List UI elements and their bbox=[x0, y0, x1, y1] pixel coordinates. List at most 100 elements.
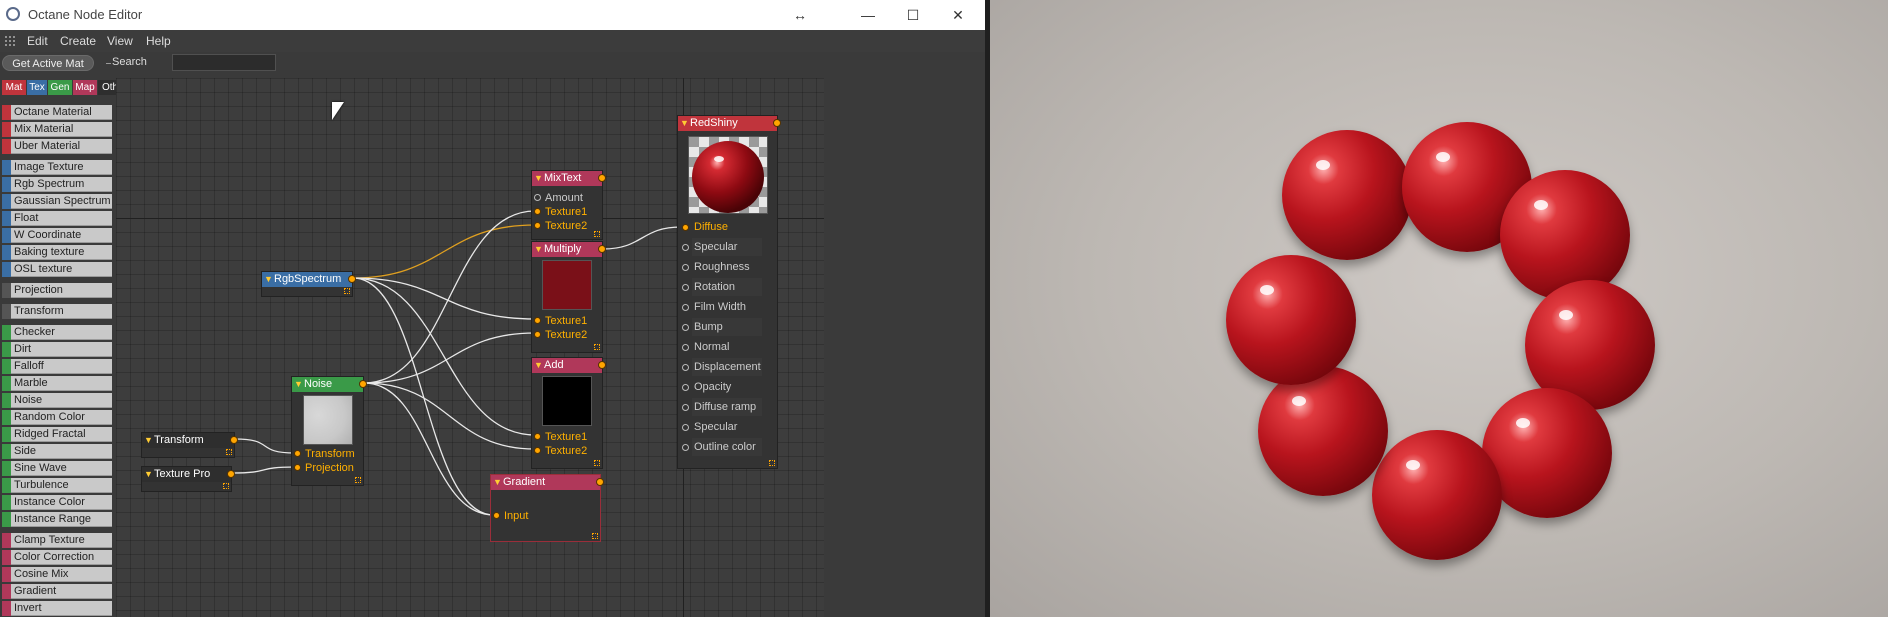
port-socket[interactable] bbox=[534, 208, 541, 215]
palette-item-color-correction[interactable]: Color Correction bbox=[2, 550, 112, 565]
port-socket[interactable] bbox=[682, 264, 689, 271]
node-header[interactable]: ▼ Transform bbox=[142, 433, 234, 448]
collapse-triangle-icon[interactable]: ▼ bbox=[534, 171, 543, 186]
palette-item-cosine-mix[interactable]: Cosine Mix bbox=[2, 567, 112, 582]
palette-item-clamp-texture[interactable]: Clamp Texture bbox=[2, 533, 112, 548]
port-socket[interactable] bbox=[534, 194, 541, 201]
palette-item-gaussian-spectrum[interactable]: Gaussian Spectrum bbox=[2, 194, 112, 209]
node-gradient[interactable]: ▼ Gradient Input bbox=[490, 474, 604, 542]
menu-create[interactable]: Create bbox=[60, 34, 96, 48]
collapse-triangle-icon[interactable]: ▼ bbox=[534, 242, 543, 257]
port-socket[interactable] bbox=[534, 317, 541, 324]
node-transform[interactable]: ▼ Transform bbox=[141, 432, 238, 458]
port-socket[interactable] bbox=[682, 384, 689, 391]
palette-item-baking-texture[interactable]: Baking texture bbox=[2, 245, 112, 260]
port-socket[interactable] bbox=[682, 404, 689, 411]
material-port-film-width[interactable]: Film Width bbox=[678, 298, 766, 316]
palette-item-mix-material[interactable]: Mix Material bbox=[2, 122, 112, 137]
port-socket[interactable] bbox=[534, 447, 541, 454]
output-port[interactable] bbox=[348, 275, 356, 283]
node-header[interactable]: ▼ MixText bbox=[532, 171, 602, 186]
collapse-triangle-icon[interactable]: ▼ bbox=[294, 377, 303, 392]
maximize-button[interactable]: ☐ bbox=[893, 4, 933, 26]
node-header[interactable]: ▼ RgbSpectrum bbox=[262, 272, 352, 287]
node-add[interactable]: ▼ Add Texture1 Texture2 bbox=[531, 357, 606, 469]
palette-item-instance-range[interactable]: Instance Range bbox=[2, 512, 112, 527]
port-socket[interactable] bbox=[682, 344, 689, 351]
palette-item-projection[interactable]: Projection bbox=[2, 283, 112, 298]
node-header[interactable]: ▼ Multiply bbox=[532, 242, 602, 257]
port-socket[interactable] bbox=[493, 512, 500, 519]
port-socket[interactable] bbox=[294, 464, 301, 471]
collapse-triangle-icon[interactable]: ▼ bbox=[680, 116, 689, 131]
palette-item-uber-material[interactable]: Uber Material bbox=[2, 139, 112, 154]
palette-item-image-texture[interactable]: Image Texture bbox=[2, 160, 112, 175]
node-header[interactable]: ▼ RedShiny bbox=[678, 116, 777, 131]
node-header[interactable]: ▼ Noise bbox=[292, 377, 363, 392]
resize-handle[interactable] bbox=[594, 460, 600, 466]
resize-handle[interactable] bbox=[594, 231, 600, 237]
material-port-opacity[interactable]: Opacity bbox=[678, 378, 766, 396]
collapse-triangle-icon[interactable]: ▼ bbox=[264, 272, 273, 287]
category-tab-mat[interactable]: Mat bbox=[2, 80, 26, 95]
port-socket[interactable] bbox=[534, 433, 541, 440]
menu-view[interactable]: View bbox=[107, 34, 133, 48]
material-port-specular-ramp[interactable]: Specular ramp bbox=[678, 418, 766, 451]
collapse-triangle-icon[interactable]: ▼ bbox=[144, 467, 153, 482]
resize-handle[interactable] bbox=[592, 533, 598, 539]
search-input[interactable] bbox=[172, 54, 276, 71]
node-multiply[interactable]: ▼ Multiply Texture1 Texture2 bbox=[531, 241, 606, 353]
port-socket[interactable] bbox=[682, 424, 689, 431]
palette-item-marble[interactable]: Marble bbox=[2, 376, 112, 391]
node-noise[interactable]: ▼ Noise Transform Projection bbox=[291, 376, 367, 486]
node-mixtext[interactable]: ▼ MixText Amount Texture1 Texture2 bbox=[531, 170, 606, 240]
palette-item-instance-color[interactable]: Instance Color bbox=[2, 495, 112, 510]
output-port[interactable] bbox=[773, 119, 781, 127]
port-socket[interactable] bbox=[682, 444, 689, 451]
palette-item-gradient[interactable]: Gradient bbox=[2, 584, 112, 599]
node-redshiny[interactable]: ▼ RedShiny Diffuse Specular Roughness Rotati… bbox=[677, 115, 781, 469]
material-port-normal[interactable]: Normal bbox=[678, 338, 766, 356]
menu-edit[interactable]: Edit bbox=[27, 34, 48, 48]
material-port-specular[interactable]: Specular bbox=[678, 238, 766, 256]
output-port[interactable] bbox=[230, 436, 238, 444]
get-active-mat-button[interactable]: Get Active Mat bbox=[2, 55, 94, 71]
palette-item-sine-wave[interactable]: Sine Wave bbox=[2, 461, 112, 476]
output-port[interactable] bbox=[598, 245, 606, 253]
category-tab-tex[interactable]: Tex bbox=[27, 80, 47, 95]
resize-handle[interactable] bbox=[355, 477, 361, 483]
minimize-button[interactable]: — bbox=[848, 4, 888, 26]
material-port-diffuse-ramp[interactable]: Diffuse ramp bbox=[678, 398, 766, 416]
port-socket[interactable] bbox=[294, 450, 301, 457]
close-button[interactable]: ✕ bbox=[938, 4, 978, 26]
palette-item-side[interactable]: Side bbox=[2, 444, 112, 459]
port-socket[interactable] bbox=[534, 222, 541, 229]
output-port[interactable] bbox=[598, 361, 606, 369]
port-socket[interactable] bbox=[682, 304, 689, 311]
resize-handle[interactable] bbox=[226, 449, 232, 455]
node-header[interactable]: ▼ Add bbox=[532, 358, 602, 373]
material-port-displacement[interactable]: Displacement bbox=[678, 358, 766, 376]
palette-item-ridged-fractal[interactable]: Ridged Fractal bbox=[2, 427, 112, 442]
palette-item-w-coordinate[interactable]: W Coordinate bbox=[2, 228, 112, 243]
port-socket[interactable] bbox=[682, 324, 689, 331]
material-port-outline-color[interactable]: Outline color bbox=[678, 438, 766, 456]
palette-item-checker[interactable]: Checker bbox=[2, 325, 112, 340]
node-rgbspectrum[interactable]: ▼ RgbSpectrum bbox=[261, 271, 356, 297]
category-tab-gen[interactable]: Gen bbox=[48, 80, 72, 95]
palette-item-dirt[interactable]: Dirt bbox=[2, 342, 112, 357]
material-port-diffuse[interactable]: Diffuse bbox=[678, 218, 766, 236]
material-port-rotation[interactable]: Rotation bbox=[678, 278, 766, 296]
palette-item-invert[interactable]: Invert bbox=[2, 601, 112, 616]
palette-item-rgb-spectrum[interactable]: Rgb Spectrum bbox=[2, 177, 112, 192]
palette-item-falloff[interactable]: Falloff bbox=[2, 359, 112, 374]
category-tab-map[interactable]: Map bbox=[73, 80, 97, 95]
output-port[interactable] bbox=[598, 174, 606, 182]
material-port-roughness[interactable]: Roughness bbox=[678, 258, 766, 276]
port-socket[interactable] bbox=[534, 331, 541, 338]
node-header[interactable]: ▼ Texture Pro bbox=[142, 467, 231, 482]
palette-item-noise[interactable]: Noise bbox=[2, 393, 112, 408]
material-port-bump[interactable]: Bump bbox=[678, 318, 766, 336]
output-port[interactable] bbox=[596, 478, 604, 486]
collapse-triangle-icon[interactable]: ▼ bbox=[493, 475, 502, 490]
